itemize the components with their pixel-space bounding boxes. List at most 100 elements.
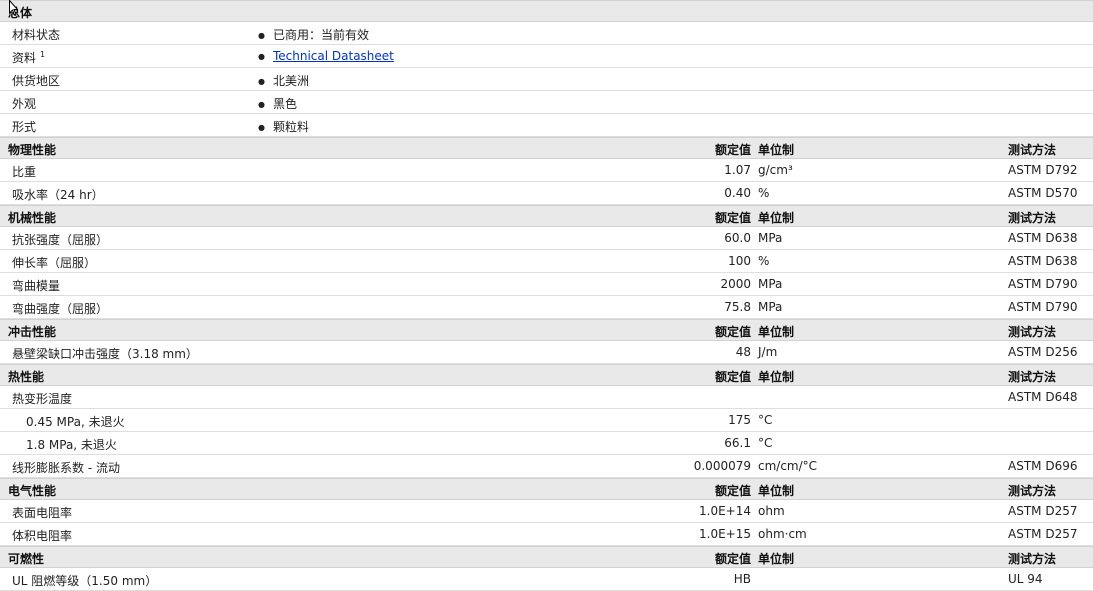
column-header-unit: 单位制 — [758, 143, 795, 157]
property-value: 66.1 — [724, 436, 751, 450]
column-header-unit: 单位制 — [758, 484, 795, 498]
property-value: 175 — [728, 413, 751, 427]
property-value: 1.0E+15 — [699, 527, 751, 541]
property-unit: °C — [758, 436, 773, 450]
table-row: 弯曲模量 2000 MPa ASTM D790 — [0, 273, 1093, 296]
property-label: 弯曲模量 — [12, 279, 61, 293]
column-header-value: 额定值 — [714, 552, 751, 566]
column-header-unit: 单位制 — [758, 370, 795, 384]
property-label-text: 外观 — [12, 97, 37, 111]
test-method: ASTM D638 — [1008, 231, 1078, 245]
section-title: 冲击性能 — [8, 325, 57, 339]
section-header: 冲击性能 额定值 单位制 测试方法 — [0, 319, 1093, 341]
property-unit: g/cm³ — [758, 163, 793, 177]
property-label-text: 材料状态 — [12, 28, 61, 42]
table-row: 抗张强度（屈服） 60.0 MPa ASTM D638 — [0, 227, 1093, 250]
section-header: 可燃性 额定值 单位制 测试方法 — [0, 546, 1093, 568]
table-row: 吸水率（24 hr） 0.40% ASTM D570 — [0, 182, 1093, 205]
column-header-value: 额定值 — [714, 325, 751, 339]
section-title: 物理性能 — [8, 143, 57, 157]
table-row: 表面电阻率 1.0E+14 ohm ASTM D257 — [0, 500, 1093, 523]
property-unit: ohm·cm — [758, 527, 807, 541]
property-label: 体积电阻率 — [12, 529, 73, 543]
property-label: 供货地区 — [12, 72, 60, 89]
property-value: 60.0 — [724, 231, 751, 245]
section-title: 电气性能 — [8, 484, 57, 498]
property-value-text: 颗粒料 — [272, 120, 309, 134]
property-unit: % — [758, 186, 770, 200]
property-label-text: 供货地区 — [12, 74, 61, 88]
property-label: UL 阻燃等级（1.50 mm） — [12, 574, 158, 588]
test-method: UL 94 — [1008, 572, 1043, 586]
column-header-test: 测试方法 — [1008, 143, 1057, 157]
property-value: 黑色 — [258, 95, 297, 112]
table-row: 1.8 MPa, 未退火 66.1 °C — [0, 432, 1093, 455]
property-label: 1.8 MPa, 未退火 — [26, 438, 117, 452]
property-unit: MPa — [758, 277, 783, 291]
property-unit: ohm — [758, 504, 785, 518]
column-header-unit: 单位制 — [758, 325, 795, 339]
property-value: 颗粒料 — [258, 118, 309, 135]
property-unit: J/m — [758, 345, 778, 359]
section-title: 机械性能 — [8, 211, 57, 225]
property-unit: MPa — [758, 300, 783, 314]
test-method: ASTM D638 — [1008, 254, 1078, 268]
column-header-value: 额定值 — [714, 143, 751, 157]
section-title: 热性能 — [8, 370, 45, 384]
property-value-text: 已商用：当前有效 — [272, 28, 369, 42]
property-label: 热变形温度 — [12, 392, 73, 406]
table-row: 伸长率（屈服） 100% ASTM D638 — [0, 250, 1093, 273]
property-label: 弯曲强度（屈服） — [12, 302, 109, 316]
table-row: 热变形温度 ASTM D648 — [0, 386, 1093, 409]
property-unit: MPa — [758, 231, 783, 245]
mouse-cursor-icon — [9, 0, 18, 16]
table-row: 形式 颗粒料 — [0, 114, 1093, 137]
property-value: 北美洲 — [258, 72, 309, 89]
datasheet-link[interactable]: Technical Datasheet — [258, 49, 394, 63]
property-label: 材料状态 — [12, 26, 60, 43]
property-unit: °C — [758, 413, 773, 427]
table-row: 0.45 MPa, 未退火 175 °C — [0, 409, 1093, 432]
table-row: 比重 1.07 g/cm³ ASTM D792 — [0, 159, 1093, 182]
section-header-general: 总体 — [0, 0, 1093, 22]
property-value: 100 — [728, 254, 751, 268]
test-method: ASTM D257 — [1008, 527, 1078, 541]
property-value: 48 — [735, 345, 751, 359]
property-value-text: 北美洲 — [272, 74, 309, 88]
property-label: 比重 — [12, 165, 37, 179]
property-label: 外观 — [12, 95, 36, 112]
column-header-value: 额定值 — [714, 211, 751, 225]
property-label: 资料 1 — [12, 49, 45, 66]
section-header: 电气性能 额定值 单位制 测试方法 — [0, 478, 1093, 500]
property-label: 表面电阻率 — [12, 506, 73, 520]
table-row: 弯曲强度（屈服） 75.8 MPa ASTM D790 — [0, 296, 1093, 319]
property-value: HB — [733, 572, 751, 586]
property-value-text[interactable]: Technical Datasheet — [273, 49, 394, 63]
property-value: 75.8 — [724, 300, 751, 314]
column-header-value: 额定值 — [714, 370, 751, 384]
test-method: ASTM D648 — [1008, 390, 1078, 404]
property-value: 1.0E+14 — [699, 504, 751, 518]
property-value: 0.40 — [724, 186, 751, 200]
property-label: 伸长率（屈服） — [12, 256, 97, 270]
column-header-test: 测试方法 — [1008, 325, 1057, 339]
property-value: 1.07 — [724, 163, 751, 177]
property-label: 吸水率（24 hr） — [12, 188, 104, 202]
section-header: 物理性能 额定值 单位制 测试方法 — [0, 137, 1093, 159]
test-method: ASTM D792 — [1008, 163, 1078, 177]
table-row: 悬壁梁缺口冲击强度（3.18 mm） 48 J/m ASTM D256 — [0, 341, 1093, 364]
property-unit: % — [758, 254, 770, 268]
test-method: ASTM D257 — [1008, 504, 1078, 518]
test-method: ASTM D570 — [1008, 186, 1078, 200]
property-value-text: 黑色 — [272, 97, 297, 111]
column-header-test: 测试方法 — [1008, 370, 1057, 384]
test-method: ASTM D256 — [1008, 345, 1078, 359]
column-header-value: 额定值 — [714, 484, 751, 498]
table-row: UL 阻燃等级（1.50 mm） HB UL 94 — [0, 568, 1093, 591]
datasheet-table: 总体 材料状态 已商用：当前有效资料1 Technical Datasheet 供货地… — [0, 0, 1093, 591]
property-label: 0.45 MPa, 未退火 — [26, 415, 125, 429]
column-header-test: 测试方法 — [1008, 211, 1057, 225]
property-value: 2000 — [720, 277, 751, 291]
test-method: ASTM D696 — [1008, 459, 1078, 473]
table-row: 线形膨胀系数 - 流动 0.000079 cm/cm/°C ASTM D696 — [0, 455, 1093, 478]
